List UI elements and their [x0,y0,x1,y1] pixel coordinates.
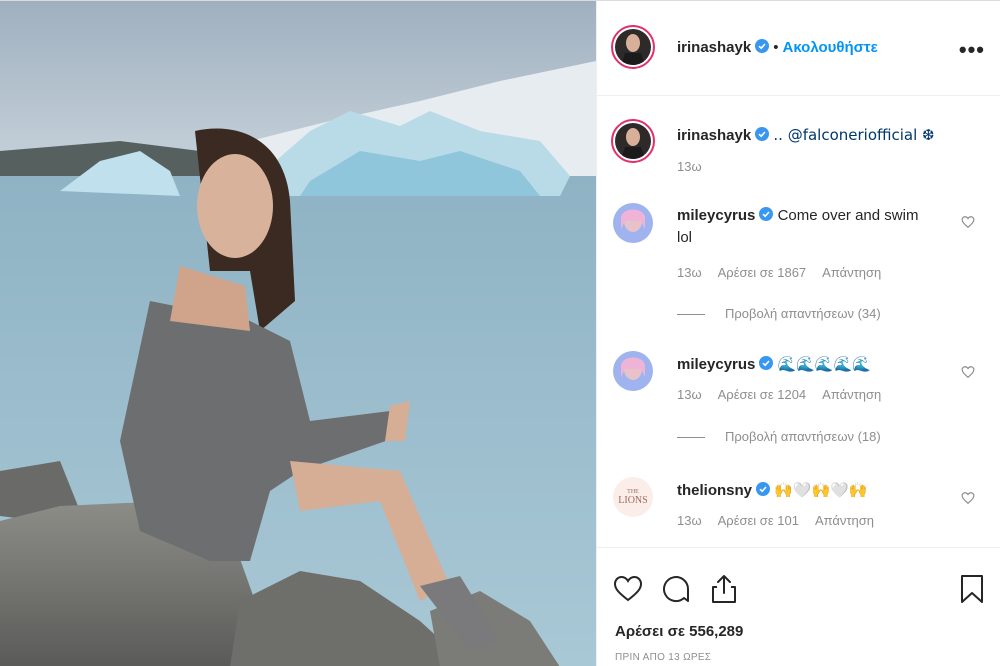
view-replies-label: Προβολή απαντήσεων (18) [725,429,881,444]
post-header: irinashayk • Ακολουθήστε ••• [597,1,1000,96]
view-replies-button[interactable]: Προβολή απαντήσεων (34) [677,306,881,321]
verified-icon [759,356,774,370]
comment-username[interactable]: mileycyrus [677,207,755,224]
caption-avatar[interactable] [611,119,655,163]
comments-list: irinashayk .. @falconeriofficial ❆ 13ω m… [597,97,1000,547]
post-photo[interactable] [0,1,596,666]
reply-button[interactable]: Απάντηση [822,387,881,402]
verified-icon [756,482,771,496]
post-sidebar: irinashayk • Ακολουθήστε ••• irinashayk ..… [596,1,1000,666]
header-text: irinashayk • Ακολουθήστε [677,39,878,57]
share-icon[interactable] [709,574,739,604]
comment-text: 🌊🌊🌊🌊🌊 [777,355,871,373]
avatar-image [613,351,653,391]
instagram-post: irinashayk • Ακολουθήστε ••• irinashayk ..… [0,0,1000,666]
avatar-image [615,29,651,65]
comment-text-block: thelionsny 🙌🤍🙌🤍🙌 [677,479,937,502]
comment-text-block: mileycyrus Come over and swim lol [677,205,937,249]
heart-icon[interactable] [961,491,975,505]
reply-button[interactable]: Απάντηση [815,513,874,528]
caption-text-block: irinashayk .. @falconeriofficial ❆ [677,124,977,147]
comment-likes-link[interactable]: Αρέσει σε 1204 [718,387,807,402]
verified-icon [755,127,770,141]
comment-item: mileycyrus Come over and swim lol 13ω Αρέ… [613,201,993,321]
comment-text: 🙌🤍🙌🤍🙌 [774,481,868,499]
heart-icon[interactable] [961,215,975,229]
bookmark-icon[interactable] [957,574,987,604]
comment-likes-link[interactable]: Αρέσει σε 101 [718,513,799,528]
caption-text: .. @falconeriofficial ❆ [773,126,935,144]
comment-time: 13ω [677,387,702,402]
verified-icon [755,39,770,53]
comment-time: 13ω [677,265,702,280]
comment-likes-link[interactable]: Αρέσει σε 1867 [718,265,807,280]
comment-meta: 13ω Αρέσει σε 101 Απάντηση [677,513,890,528]
post-actions: Αρέσει σε 556,289 ΠΡΙΝ ΑΠΟ 13 ΩΡΕΣ [597,547,1000,666]
comment-meta: 13ω Αρέσει σε 1204 Απάντηση [677,387,897,402]
more-icon[interactable]: ••• [959,37,985,63]
likes-count[interactable]: Αρέσει σε 556,289 [615,623,743,640]
heart-icon[interactable] [613,574,643,604]
caption-username[interactable]: irinashayk [677,127,751,144]
view-replies-button[interactable]: Προβολή απαντήσεων (18) [677,429,881,444]
verified-icon [759,207,774,221]
comment-time: 13ω [677,513,702,528]
comment-username[interactable]: thelionsny [677,482,752,499]
author-username[interactable]: irinashayk [677,39,751,56]
post-timestamp: ΠΡΙΝ ΑΠΟ 13 ΩΡΕΣ [615,652,712,663]
lions-logo: THE LIONS [613,477,653,517]
separator-dot: • [773,39,779,56]
comment-text-block: mileycyrus 🌊🌊🌊🌊🌊 [677,353,937,376]
comment-avatar[interactable]: THE LIONS [613,477,653,517]
svg-text:LIONS: LIONS [618,495,647,506]
photo-image [0,1,596,666]
caption-meta: 13ω [677,159,718,174]
author-avatar[interactable] [611,25,655,69]
comment-username[interactable]: mileycyrus [677,356,755,373]
reply-button[interactable]: Απάντηση [822,265,881,280]
comment-meta: 13ω Αρέσει σε 1867 Απάντηση [677,265,897,280]
comment-item: THE LIONS thelionsny 🙌🤍🙌🤍🙌 13ω Αρέσει σε … [613,475,993,545]
caption-time: 13ω [677,159,702,174]
comment-avatar[interactable] [613,351,653,391]
follow-button[interactable]: Ακολουθήστε [782,39,877,56]
avatar-image [615,123,651,159]
heart-icon[interactable] [961,365,975,379]
avatar-image [613,203,653,243]
caption-row: irinashayk .. @falconeriofficial ❆ 13ω [611,119,993,189]
replies-divider [677,314,705,316]
replies-divider [677,437,705,439]
comment-item: mileycyrus 🌊🌊🌊🌊🌊 13ω Αρέσει σε 1204 Απάντη… [613,349,993,459]
comment-icon[interactable] [661,574,691,604]
comment-avatar[interactable] [613,203,653,243]
view-replies-label: Προβολή απαντήσεων (34) [725,306,881,321]
